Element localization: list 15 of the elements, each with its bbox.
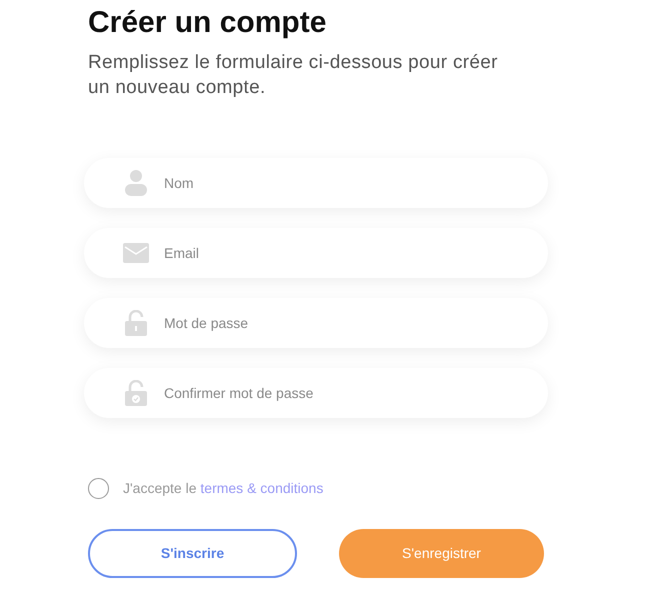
terms-link[interactable]: termes & conditions — [200, 480, 324, 496]
lock-icon — [125, 310, 147, 336]
input-field[interactable]: Mot de passe — [84, 298, 548, 348]
terms-text: J'accepte le termes & conditions — [123, 479, 324, 498]
sign-up-button[interactable]: S'inscrire — [88, 529, 297, 578]
mail-icon — [123, 243, 149, 263]
person-icon — [124, 170, 148, 196]
input-field[interactable]: Email — [84, 228, 548, 278]
input-field[interactable]: Confirmer mot de passe — [84, 368, 548, 418]
page-subtitle: Remplissez le formulaire ci-dessous pour créer un nouveau compte. — [88, 51, 499, 100]
page-title: Créer un compte — [88, 5, 328, 41]
input-field[interactable]: Nom — [84, 158, 548, 208]
checkbox[interactable] — [88, 478, 109, 499]
lock-check-icon — [125, 380, 147, 406]
register-button[interactable]: S'enregistrer — [339, 529, 544, 578]
